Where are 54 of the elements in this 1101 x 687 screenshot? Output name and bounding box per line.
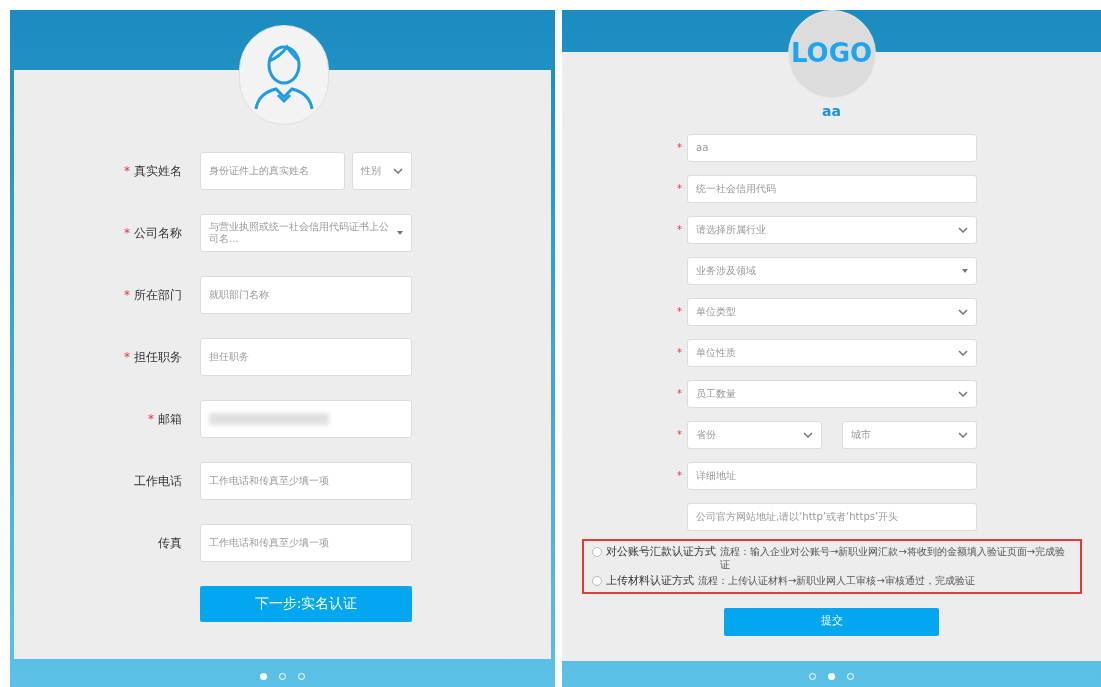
option-title: 上传材料认证方式 [606,573,694,588]
required-mark: * [677,428,682,443]
caret-down-icon [962,268,968,273]
chevron-down-icon [958,431,968,438]
required-mark: * [677,469,682,484]
field-label: 传真 [158,534,182,552]
option-title: 对公账号汇款认证方式 [606,544,716,559]
required-mark: * [124,286,130,304]
required-mark: * [677,346,682,361]
next-step-button[interactable]: 下一步:实名认证 [200,585,412,622]
gender-select[interactable]: 性别 [352,151,412,190]
city-select[interactable]: 城市 [842,420,977,449]
required-mark: * [124,348,130,366]
email-input[interactable] [200,399,412,438]
select-field[interactable]: 请选择所属行业 [687,215,977,244]
field-label: 担任职务 [134,348,182,366]
text-input[interactable]: 详细地址 [687,461,977,490]
company-name: aa [822,101,841,120]
field-label: 所在部门 [134,286,182,304]
radio-button[interactable] [592,575,602,586]
required-mark: * [677,141,682,156]
field-label: 公司名称 [134,224,182,242]
field-label: 邮箱 [158,410,182,428]
logo-text: LOGO [790,37,873,71]
name-input[interactable]: 身份证件上的真实姓名 [200,151,345,190]
chevron-down-icon [958,308,968,315]
required-mark: * [677,305,682,320]
option-description: 流程：输入企业对公账号→新职业网汇款→将收到的金额填入验证页面→完成验证 [720,544,1067,571]
text-input[interactable]: 公司官方网站地址,请以‘http’或者‘https’开头 [687,502,977,531]
text-input[interactable]: aa [687,133,977,162]
field-label: 真实姓名 [134,162,182,180]
select-field[interactable]: 单位性质 [687,338,977,367]
option-description: 流程：上传认证材料→新职业网人工审核→审核通过，完成验证 [698,573,975,587]
required-mark: * [124,224,130,242]
required-mark: * [677,223,682,238]
caret-down-icon [397,230,403,235]
field-label: 工作电话 [134,472,182,490]
required-mark: * [677,387,682,402]
chevron-down-icon [958,349,968,356]
chevron-down-icon [393,167,403,174]
required-mark: * [677,182,682,197]
chevron-down-icon [958,390,968,397]
radio-button[interactable] [592,546,602,557]
chevron-down-icon [803,431,813,438]
text-input[interactable]: 就职部门名称 [200,275,412,314]
required-mark: * [124,162,130,180]
province-select[interactable]: 省份 [687,420,822,449]
submit-button[interactable]: 提交 [724,607,939,636]
select-field[interactable]: 业务涉及领域 [687,256,977,285]
text-input[interactable]: 担任职务 [200,337,412,376]
chevron-down-icon [958,226,968,233]
select-field[interactable]: 单位类型 [687,297,977,326]
required-mark: * [148,410,154,428]
select-field[interactable]: 员工数量 [687,379,977,408]
